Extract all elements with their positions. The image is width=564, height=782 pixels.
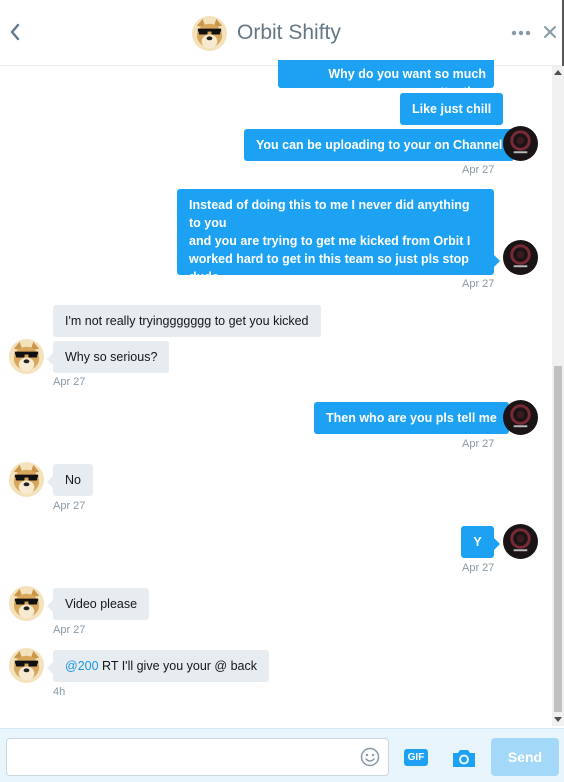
sent-message[interactable]: Y: [461, 526, 500, 558]
avatar[interactable]: [503, 524, 538, 559]
received-message[interactable]: Why so serious?: [46, 341, 170, 373]
sent-message[interactable]: Like just chill: [400, 93, 504, 125]
more-options-button[interactable]: [510, 24, 532, 42]
message-text: I'm not really tryinggggggg to get you k…: [65, 314, 309, 328]
close-button[interactable]: [540, 22, 560, 42]
conversation-title[interactable]: Orbit Shifty: [192, 15, 341, 51]
sent-message[interactable]: Then who are you pls tell me: [314, 402, 515, 434]
message-timestamp: Apr 27: [53, 376, 86, 388]
scrollbar-thumb[interactable]: [554, 366, 562, 712]
message-timestamp: Apr 27: [462, 562, 495, 574]
message-text: RT I'll give you your @ back: [98, 659, 257, 673]
message-text: Video please: [65, 597, 138, 611]
back-button[interactable]: [4, 19, 26, 45]
avatar[interactable]: [9, 648, 44, 683]
sent-message[interactable]: Why do you want so much attention: [278, 60, 494, 99]
message-text: You can be uploading to your on Channel: [256, 138, 503, 152]
avatar[interactable]: [9, 339, 44, 374]
message-timestamp: Apr 27: [462, 438, 495, 450]
more-dots-icon: [511, 30, 531, 36]
avatar[interactable]: [9, 586, 44, 621]
sent-message[interactable]: Instead of doing this to me I never did …: [177, 189, 500, 302]
conversation-header: Orbit Shifty: [0, 0, 564, 66]
received-message[interactable]: No: [47, 464, 93, 496]
message-timestamp: Apr 27: [462, 278, 495, 290]
chevron-left-icon: [10, 23, 20, 41]
message-text: Why so serious?: [65, 350, 158, 364]
scroll-down-arrow[interactable]: [552, 714, 564, 726]
scrollbar[interactable]: [552, 66, 564, 726]
message-timestamp: Apr 27: [53, 624, 86, 636]
received-message[interactable]: I'm not really tryinggggggg to get you k…: [53, 305, 321, 337]
triangle-up-icon: [554, 70, 562, 75]
message-text: No: [65, 473, 81, 487]
gif-button[interactable]: GIF: [404, 749, 428, 766]
message-composer: GIF Send: [0, 728, 564, 782]
page-title: Orbit Shifty: [237, 21, 341, 44]
message-text: Like just chill: [412, 102, 492, 116]
message-text-line: it's not even funny anymore just chill: [189, 288, 409, 302]
send-label: Send: [507, 749, 543, 765]
mention-link[interactable]: @200: [65, 659, 99, 673]
avatar[interactable]: [9, 462, 44, 497]
camera-icon[interactable]: [451, 747, 477, 769]
message-text-line: and you are trying to get me kicked from…: [189, 234, 471, 248]
avatar[interactable]: [503, 126, 538, 161]
emoji-icon[interactable]: [360, 747, 380, 767]
message-text-line: Instead of doing this to me I never did …: [189, 198, 470, 230]
message-input[interactable]: [6, 738, 389, 776]
sent-message[interactable]: You can be uploading to your on Channel: [244, 129, 521, 161]
message-timestamp: Apr 27: [462, 164, 495, 176]
message-timestamp: Apr 27: [53, 500, 86, 512]
scroll-up-arrow[interactable]: [552, 66, 564, 78]
received-message[interactable]: @200 RT I'll give you your @ back: [47, 650, 269, 682]
close-icon: [544, 26, 556, 38]
message-text: Y: [473, 535, 482, 549]
avatar[interactable]: [503, 240, 538, 275]
avatar: [192, 16, 227, 51]
message-timestamp: 4h: [53, 686, 66, 698]
message-text-line: worked hard to get in this team so just …: [189, 252, 469, 284]
send-button[interactable]: Send: [491, 738, 559, 776]
message-text: Then who are you pls tell me: [326, 411, 497, 425]
avatar[interactable]: [503, 400, 538, 435]
gif-label: GIF: [407, 752, 425, 763]
received-message[interactable]: Video please: [46, 588, 150, 620]
triangle-down-icon: [554, 717, 562, 722]
